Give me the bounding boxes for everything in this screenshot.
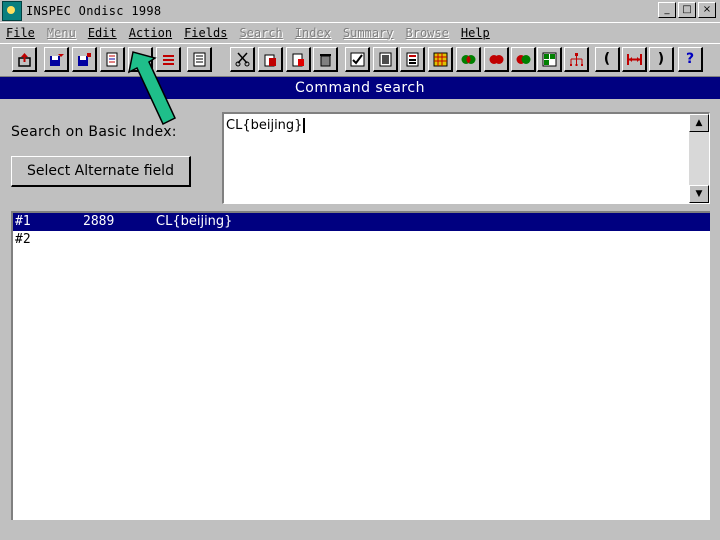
search-query-input[interactable]: CL{beijing} ▲ ▼ <box>222 112 710 204</box>
venn-not-icon[interactable] <box>511 47 536 72</box>
doc-icon[interactable] <box>373 47 398 72</box>
table-icon[interactable] <box>537 47 562 72</box>
grid-icon[interactable] <box>428 47 453 72</box>
menu-help[interactable]: Help <box>461 26 490 40</box>
menu-index[interactable]: Index <box>295 26 331 40</box>
open-paren-button[interactable]: ( <box>595 47 620 72</box>
menu-fields[interactable]: Fields <box>184 26 227 40</box>
range-button[interactable] <box>622 47 647 72</box>
clipboard-icon[interactable] <box>286 47 311 72</box>
doc2-icon[interactable] <box>400 47 425 72</box>
tree-icon[interactable] <box>564 47 589 72</box>
export-icon[interactable] <box>12 47 37 72</box>
text-caret <box>303 118 306 133</box>
toolbar: ( ) ? <box>0 43 720 77</box>
minimize-button[interactable]: _ <box>658 2 676 18</box>
menu-action[interactable]: Action <box>129 26 172 40</box>
page-icon[interactable] <box>187 47 212 72</box>
history-row[interactable]: #1 2889 CL{beijing} <box>13 213 710 231</box>
menu-edit[interactable]: Edit <box>88 26 117 40</box>
set-number: #1 <box>15 214 31 229</box>
menu-menu[interactable]: Menu <box>47 26 76 40</box>
paste-icon[interactable] <box>258 47 283 72</box>
command-search-header: Command search <box>0 77 720 99</box>
window-title: INSPEC Ondisc 1998 <box>26 3 162 18</box>
annotation-arrow-icon <box>127 51 176 126</box>
set-number: #2 <box>15 232 31 247</box>
set-query: CL{beijing} <box>156 214 233 229</box>
send-icon[interactable] <box>44 47 69 72</box>
title-bar: INSPEC Ondisc 1998 _ □ × <box>0 0 720 21</box>
maximize-button[interactable]: □ <box>678 2 696 18</box>
menu-bar: File Menu Edit Action Fields Search Inde… <box>0 22 720 42</box>
save-icon[interactable] <box>72 47 97 72</box>
venn-and-icon[interactable] <box>456 47 481 72</box>
scroll-up-icon[interactable]: ▲ <box>689 114 709 132</box>
search-history-list[interactable]: #1 2889 CL{beijing} #2 <box>11 211 710 520</box>
history-row[interactable]: #2 <box>13 231 710 249</box>
scroll-down-icon[interactable]: ▼ <box>689 185 709 203</box>
check-icon[interactable] <box>345 47 370 72</box>
cut-icon[interactable] <box>230 47 255 72</box>
help-icon[interactable]: ? <box>678 47 703 72</box>
menu-browse[interactable]: Browse <box>406 26 449 40</box>
menu-summary[interactable]: Summary <box>343 26 394 40</box>
close-paren-button[interactable]: ) <box>649 47 674 72</box>
select-alternate-field-button[interactable]: Select Alternate field <box>11 156 191 187</box>
trash-icon[interactable] <box>313 47 338 72</box>
hit-count: 2889 <box>83 214 115 229</box>
list-icon[interactable] <box>100 47 125 72</box>
search-scrollbar[interactable]: ▲ ▼ <box>689 114 709 203</box>
app-icon[interactable] <box>2 0 22 21</box>
search-query-text: CL{beijing} <box>226 118 303 133</box>
menu-search[interactable]: Search <box>239 26 282 40</box>
close-button[interactable]: × <box>698 2 716 18</box>
venn-or-icon[interactable] <box>484 47 509 72</box>
menu-file[interactable]: File <box>6 26 35 40</box>
